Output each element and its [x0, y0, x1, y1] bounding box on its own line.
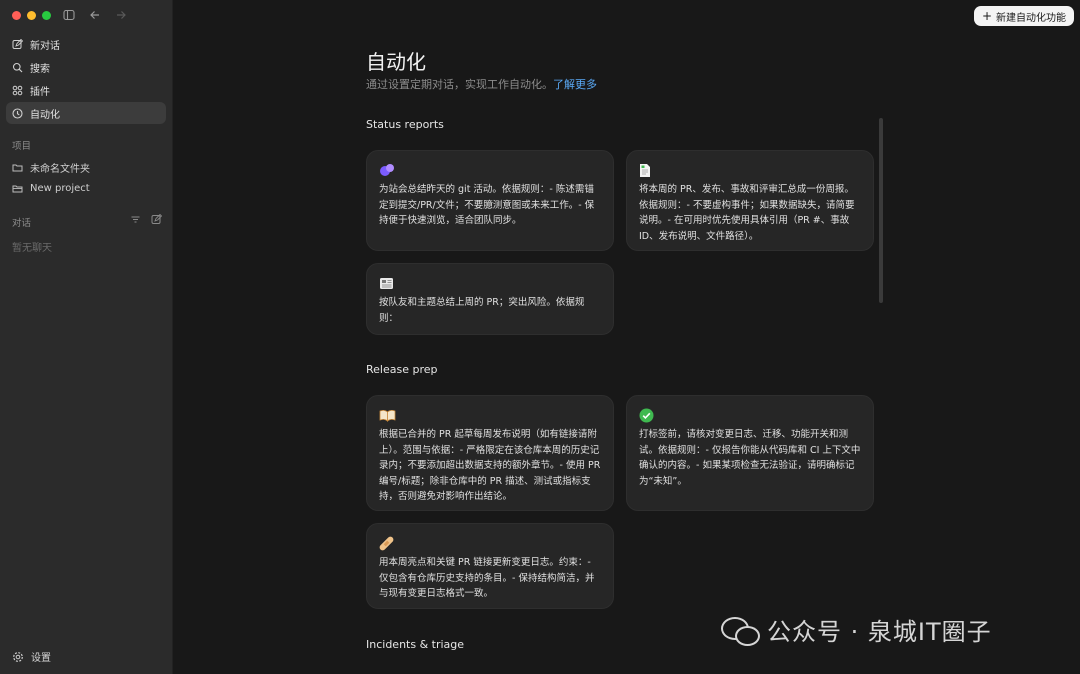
nav-search[interactable]: 搜索	[6, 56, 166, 78]
folder-icon	[12, 162, 23, 173]
group-title-release-prep: Release prep	[366, 363, 438, 376]
check-mark-icon	[639, 407, 861, 423]
gear-icon	[12, 651, 24, 663]
new-chat-icon[interactable]	[151, 214, 162, 225]
sidebar: 新对话 搜索 插件 自动化 项目 未命名文件夹 New project 对话 暂…	[0, 0, 173, 674]
scrollbar[interactable]	[879, 118, 883, 303]
edit-icon	[12, 38, 23, 50]
chat-tools	[130, 214, 162, 225]
projects-section-label: 项目	[12, 141, 32, 152]
forward-arrow-icon[interactable]	[114, 8, 128, 22]
settings-button[interactable]: 设置	[12, 649, 51, 664]
automation-card[interactable]: 打标签前，请核对变更日志、迁移、功能开关和测试。依据规则：- 仅报告你能从代码库…	[626, 395, 874, 511]
card-text: 将本周的 PR、发布、事故和评审汇总成一份周报。依据规则：- 不要虚构事件；如果…	[639, 184, 855, 242]
nav-label: 自动化	[30, 109, 60, 121]
nav-label: 插件	[30, 86, 50, 98]
project-label: New project	[30, 183, 90, 194]
card-text: 打标签前，请核对变更日志、迁移、功能开关和测试。依据规则：- 仅报告你能从代码库…	[639, 429, 861, 487]
wechat-logo-icon	[721, 615, 760, 646]
card-text: 按队友和主题总结上周的 PR；突出风险。依据规则：	[379, 297, 585, 324]
card-text: 为站会总结昨天的 git 活动。依据规则：- 陈述需锚定到提交/PR/文件；不要…	[379, 184, 595, 226]
sidebar-nav: 新对话 搜索 插件 自动化	[6, 33, 166, 125]
watermark-text: 公众号 · 泉城IT圈子	[767, 618, 992, 646]
nav-plugins[interactable]: 插件	[6, 79, 166, 101]
filter-icon[interactable]	[130, 214, 141, 225]
folder-plus-icon	[12, 183, 23, 194]
minimize-window-button[interactable]	[27, 11, 36, 20]
settings-label: 设置	[31, 653, 51, 664]
grid-icon	[12, 85, 23, 96]
automation-card[interactable]: 根据已合并的 PR 起草每周发布说明（如有链接请附上）。范围与依据：- 严格限定…	[366, 395, 614, 511]
document-icon	[639, 162, 861, 178]
page-title: 自动化	[366, 50, 426, 74]
window-controls	[12, 11, 51, 20]
project-item-unnamed-folder[interactable]: 未命名文件夹	[12, 160, 90, 175]
project-item-new-project[interactable]: New project	[12, 183, 90, 194]
automation-card[interactable]: 按队友和主题总结上周的 PR；突出风险。依据规则：	[366, 263, 614, 335]
card-text: 用本周亮点和关键 PR 链接更新变更日志。约束：- 仅包含有仓库历史支持的条目。…	[379, 557, 595, 599]
automation-card[interactable]: 用本周亮点和关键 PR 链接更新变更日志。约束：- 仅包含有仓库历史支持的条目。…	[366, 523, 614, 609]
card-text: 根据已合并的 PR 起草每周发布说明（如有链接请附上）。范围与依据：- 严格限定…	[379, 429, 601, 502]
bubbles-icon	[379, 162, 601, 178]
nav-new-chat[interactable]: 新对话	[6, 33, 166, 55]
nav-automation[interactable]: 自动化	[6, 102, 166, 124]
close-window-button[interactable]	[12, 11, 21, 20]
back-arrow-icon[interactable]	[88, 8, 102, 22]
plus-icon: +	[981, 9, 992, 23]
project-label: 未命名文件夹	[30, 164, 90, 175]
automation-card[interactable]: 将本周的 PR、发布、事故和评审汇总成一份周报。依据规则：- 不要虚构事件；如果…	[626, 150, 874, 251]
newspaper-icon	[379, 275, 601, 291]
subtitle-text: 通过设置定期对话，实现工作自动化。	[366, 78, 553, 91]
automation-card[interactable]: 为站会总结昨天的 git 活动。依据规则：- 陈述需锚定到提交/PR/文件；不要…	[366, 150, 614, 251]
nav-label: 新对话	[30, 40, 60, 52]
main-panel: + 新建自动化功能 自动化 通过设置定期对话，实现工作自动化。了解更多 Stat…	[173, 0, 1080, 674]
sidebar-toggle-icon[interactable]	[62, 8, 76, 22]
page-subtitle: 通过设置定期对话，实现工作自动化。了解更多	[366, 76, 597, 92]
clock-icon	[12, 107, 23, 119]
new-automation-label: 新建自动化功能	[996, 12, 1066, 24]
group-title-status-reports: Status reports	[366, 118, 444, 131]
watermark: 公众号 · 泉城IT圈子	[721, 612, 992, 647]
nav-label: 搜索	[30, 63, 50, 75]
empty-chats-text: 暂无聊天	[12, 243, 52, 254]
bandage-icon	[379, 535, 601, 551]
chats-section-label: 对话	[12, 218, 32, 229]
open-book-icon	[379, 407, 601, 423]
toolbar-nav	[62, 8, 128, 22]
learn-more-link[interactable]: 了解更多	[553, 78, 597, 91]
maximize-window-button[interactable]	[42, 11, 51, 20]
search-icon	[12, 62, 23, 73]
group-title-incidents-triage: Incidents & triage	[366, 638, 465, 651]
new-automation-button[interactable]: + 新建自动化功能	[973, 6, 1074, 26]
